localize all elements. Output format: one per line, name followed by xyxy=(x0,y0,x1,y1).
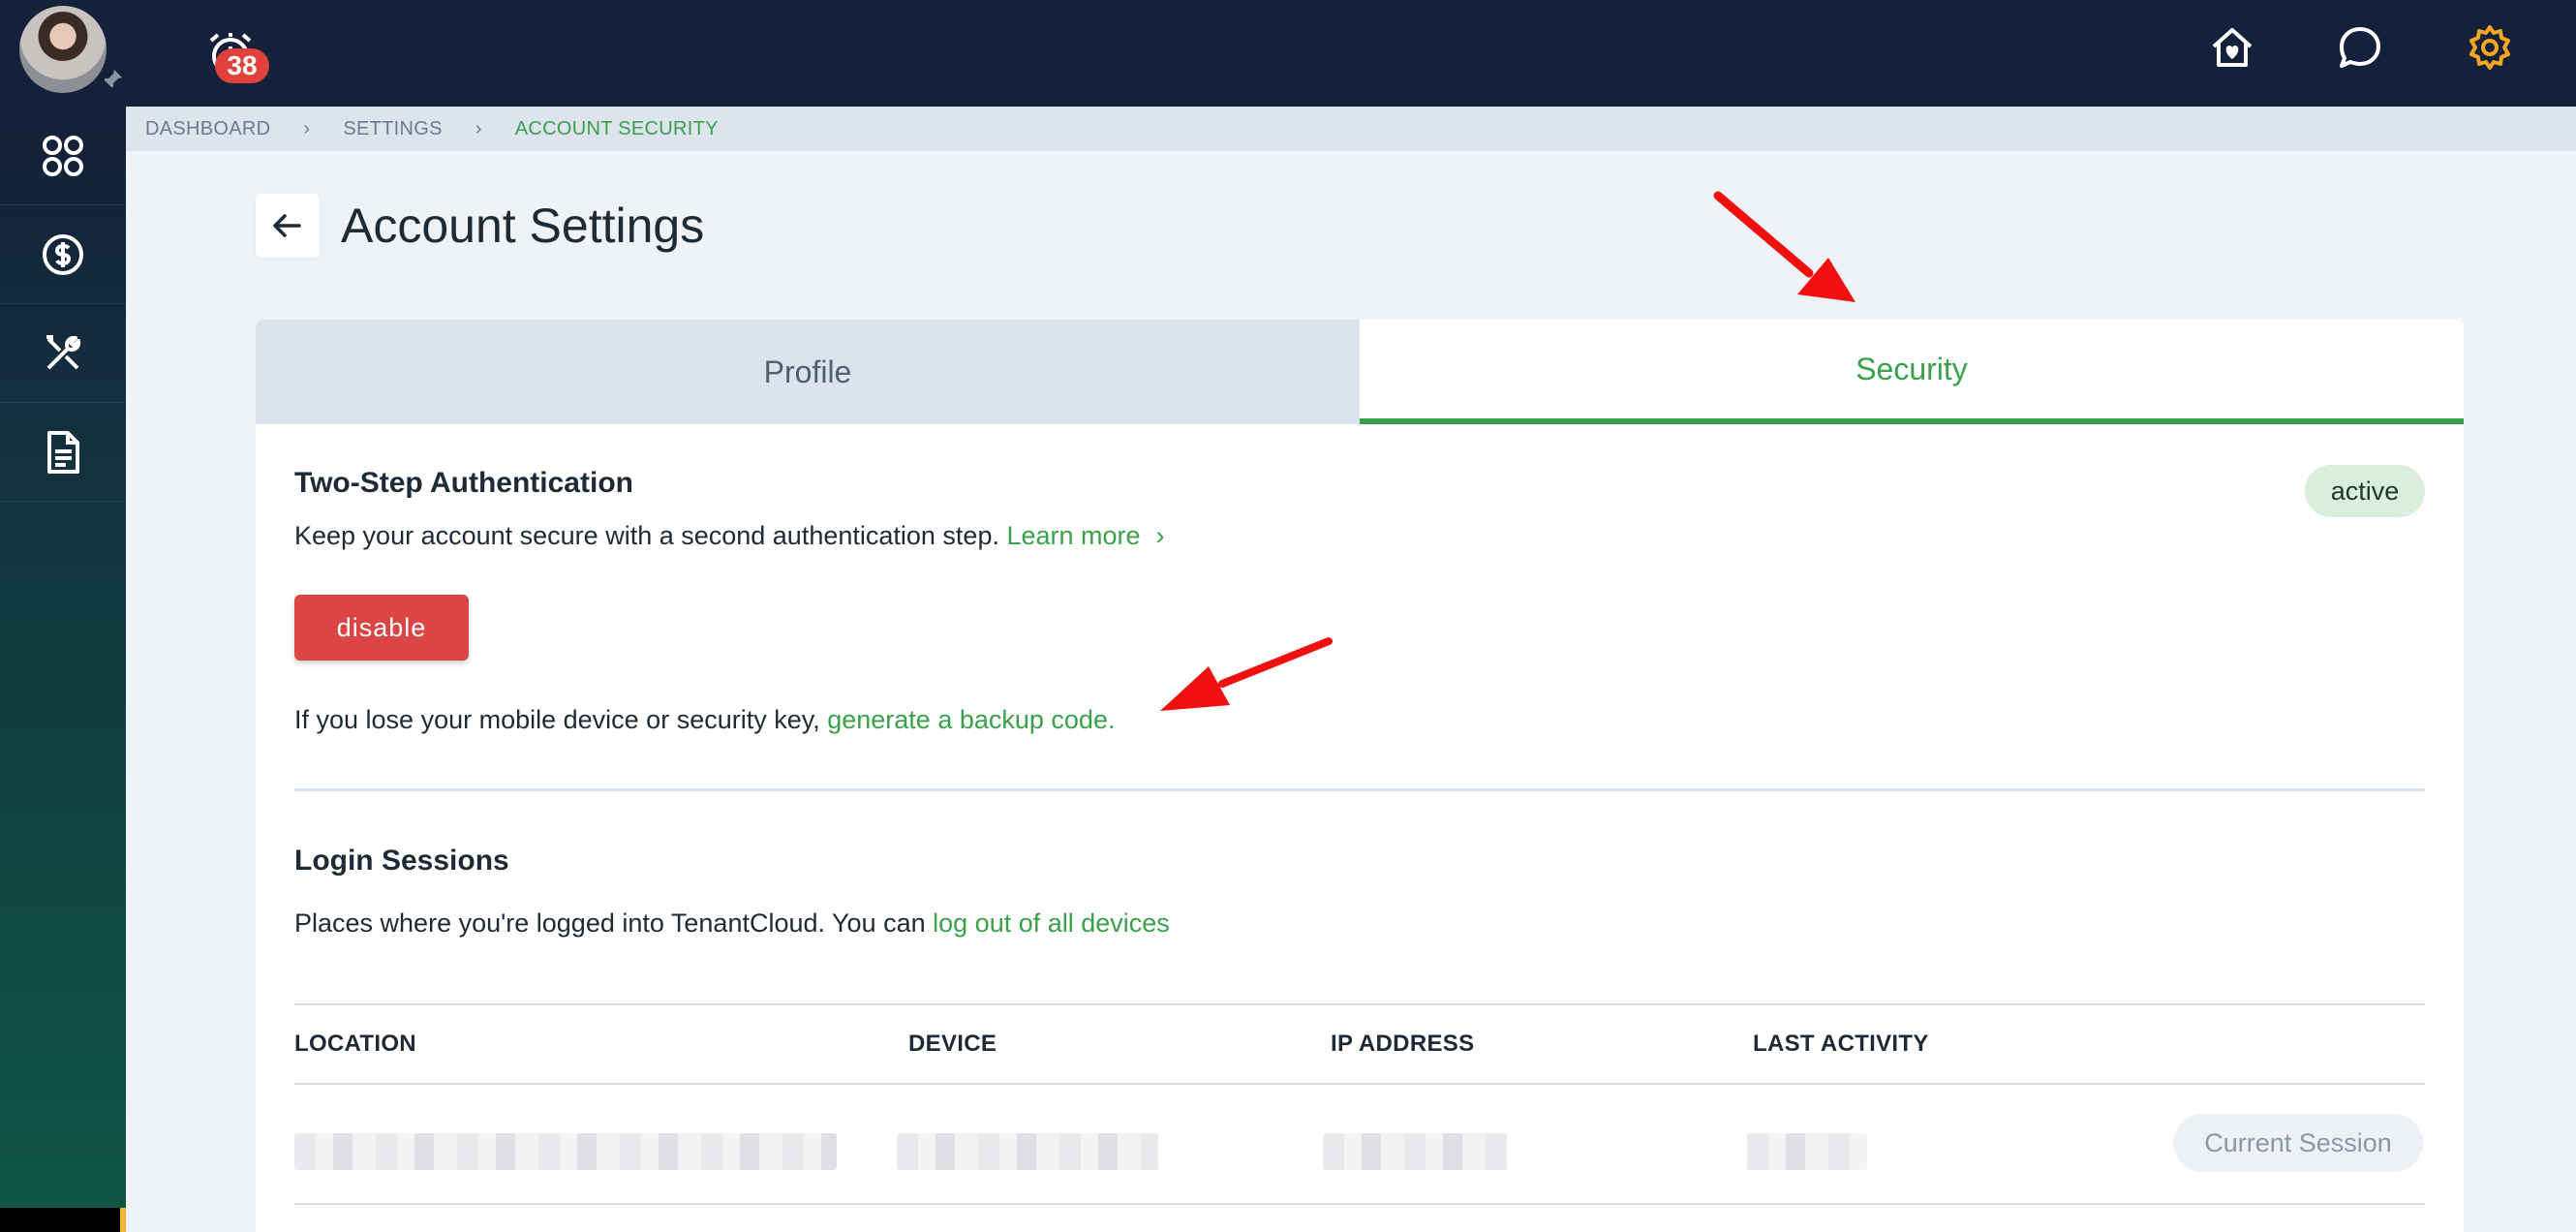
column-device: DEVICE xyxy=(908,1031,997,1057)
sidebar-item-apps[interactable] xyxy=(0,107,126,205)
home-heart-icon[interactable] xyxy=(2208,23,2256,72)
column-last-activity: LAST ACTIVITY xyxy=(1753,1031,1929,1057)
redacted-ip-address xyxy=(1323,1133,1507,1170)
breadcrumb-account-security: ACCOUNT SECURITY xyxy=(514,117,719,139)
chat-icon[interactable] xyxy=(2336,23,2384,72)
page-title: Account Settings xyxy=(341,199,705,253)
arrow-left-icon xyxy=(273,214,301,237)
redacted-device xyxy=(897,1133,1158,1170)
annotation-arrow-backup-code xyxy=(1160,637,1333,711)
gear-icon[interactable] xyxy=(2466,23,2514,72)
chevron-right-icon: › xyxy=(303,117,311,139)
tools-icon xyxy=(46,334,81,369)
chevron-right-icon[interactable]: › xyxy=(1156,521,1165,550)
two-step-description: Keep your account secure with a second a… xyxy=(294,521,1165,551)
redacted-location xyxy=(294,1133,837,1170)
logout-all-devices-link[interactable]: log out of all devices xyxy=(933,909,1170,938)
top-bar: 38 xyxy=(0,0,2576,107)
apps-icon xyxy=(43,135,83,176)
sidebar-item-finance[interactable] xyxy=(0,205,126,304)
login-sessions-title: Login Sessions xyxy=(294,845,509,877)
chevron-right-icon: › xyxy=(475,117,482,139)
breadcrumb-settings[interactable]: SETTINGS xyxy=(343,118,442,140)
sessions-table-header: LOCATION DEVICE IP ADDRESS LAST ACTIVITY xyxy=(294,1003,2425,1085)
current-session-badge: Current Session xyxy=(2173,1114,2423,1172)
settings-card: Profile Security Two-Step Authentication… xyxy=(256,320,2464,1232)
dollar-icon xyxy=(43,233,83,275)
column-ip-address: IP ADDRESS xyxy=(1331,1031,1475,1057)
backup-code-line: If you lose your mobile device or securi… xyxy=(294,705,1115,735)
learn-more-link[interactable]: Learn more xyxy=(1006,521,1140,550)
breadcrumb-dashboard[interactable]: DASHBOARD xyxy=(145,118,270,140)
tab-security[interactable]: Security xyxy=(1360,320,2464,424)
back-button[interactable] xyxy=(256,194,320,258)
sidebar-footer xyxy=(0,1208,126,1232)
user-avatar[interactable] xyxy=(19,6,107,93)
generate-backup-code-link[interactable]: generate a backup code. xyxy=(827,705,1115,734)
status-badge: active xyxy=(2305,465,2425,517)
sidebar-item-maintenance[interactable] xyxy=(0,304,126,403)
pin-icon[interactable] xyxy=(101,68,124,91)
table-row: Current Session xyxy=(294,1085,2425,1205)
sidebar-footer-accent xyxy=(120,1208,126,1232)
annotation-arrow-security xyxy=(1713,191,1855,302)
disable-button[interactable]: disable xyxy=(294,595,469,661)
column-location: LOCATION xyxy=(294,1031,416,1057)
two-step-title: Two-Step Authentication xyxy=(294,467,633,499)
redacted-last-activity xyxy=(1747,1133,1867,1170)
breadcrumb: DASHBOARD › SETTINGS › ACCOUNT SECURITY xyxy=(126,107,2576,151)
document-icon xyxy=(47,430,79,474)
sidebar-item-documents[interactable] xyxy=(0,403,126,502)
login-sessions-text: Places where you're logged into TenantCl… xyxy=(294,909,934,938)
two-step-description-text: Keep your account secure with a second a… xyxy=(294,521,1007,550)
notification-badge[interactable]: 38 xyxy=(215,48,269,83)
backup-code-text: If you lose your mobile device or securi… xyxy=(294,705,828,734)
section-divider xyxy=(294,788,2425,791)
tab-profile[interactable]: Profile xyxy=(256,320,1360,424)
login-sessions-description: Places where you're logged into TenantCl… xyxy=(294,909,1170,939)
sidebar xyxy=(0,107,126,1232)
